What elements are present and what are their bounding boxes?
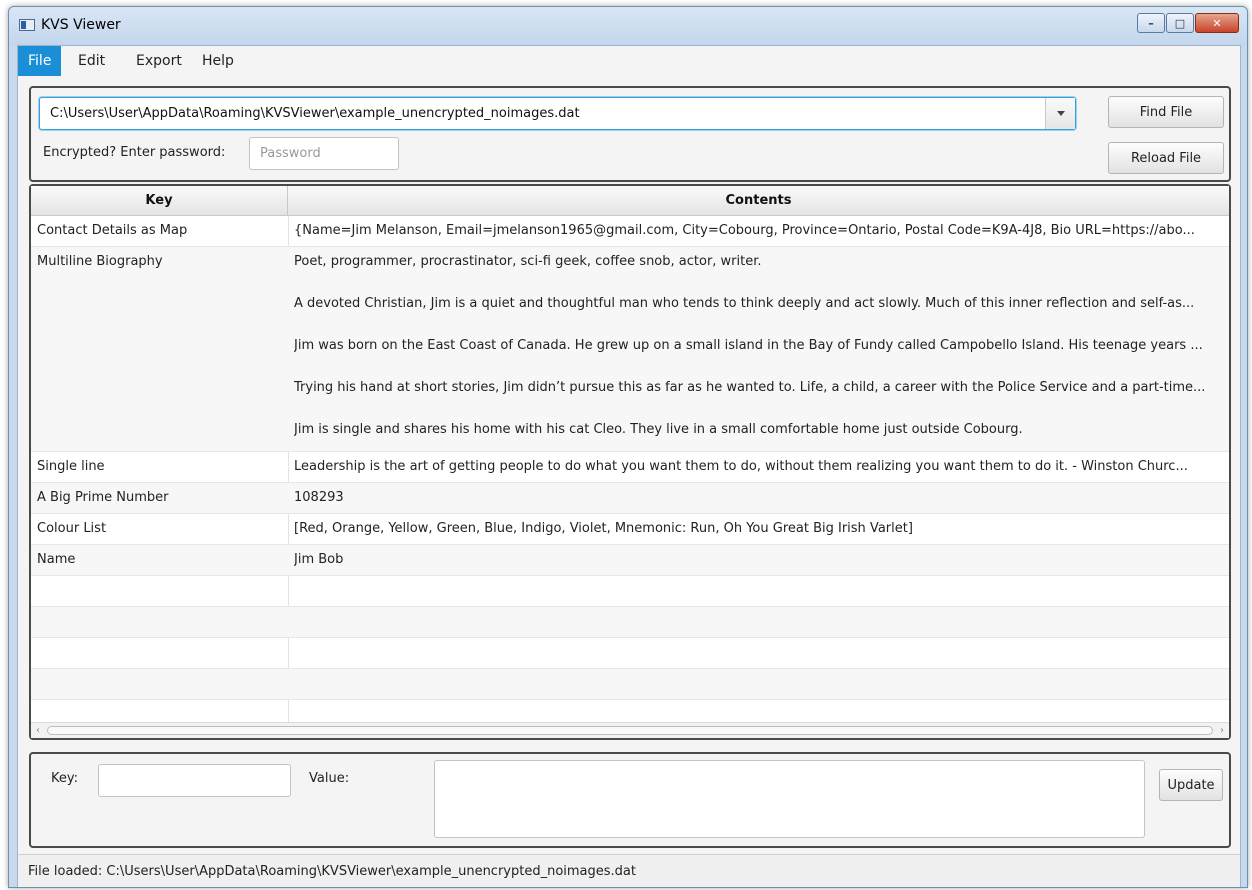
file-panel: C:\Users\User\AppData\Roaming\KVSViewer\… xyxy=(29,86,1231,182)
password-field[interactable]: Password xyxy=(249,137,399,170)
column-header-contents[interactable]: Contents xyxy=(288,186,1229,216)
menu-export[interactable]: Export xyxy=(126,46,192,76)
empty-row xyxy=(31,576,1229,607)
scroll-right-icon[interactable]: › xyxy=(1215,723,1229,738)
bio-line: Trying his hand at short stories, Jim di… xyxy=(294,380,1206,395)
table-row[interactable]: Name Jim Bob xyxy=(31,545,1229,576)
editor-panel: Key: Value: Update xyxy=(29,752,1231,848)
table-row[interactable]: Multiline Biography Poet, programmer, pr… xyxy=(31,247,1229,452)
caption-buttons: – □ ✕ xyxy=(1136,13,1239,33)
scrollbar-thumb[interactable] xyxy=(47,726,1213,735)
row-key: Multiline Biography xyxy=(37,254,163,269)
menu-help[interactable]: Help xyxy=(192,46,244,76)
chevron-down-icon[interactable] xyxy=(1045,98,1075,129)
key-contents-table: Key Contents Contact Details as Map {Nam… xyxy=(31,186,1229,738)
row-contents: Leadership is the art of getting people … xyxy=(294,459,1188,474)
title-bar[interactable]: KVS Viewer – □ ✕ xyxy=(9,7,1247,45)
bio-line: Jim was born on the East Coast of Canada… xyxy=(294,338,1203,353)
reload-file-button[interactable]: Reload File xyxy=(1108,142,1224,174)
key-input[interactable] xyxy=(98,764,291,797)
row-key: Colour List xyxy=(37,521,107,536)
horizontal-scrollbar[interactable]: ‹ › xyxy=(31,722,1229,738)
bio-line: Jim is single and shares his home with h… xyxy=(294,422,1023,437)
table-header: Key Contents xyxy=(31,186,1229,216)
row-contents: Jim Bob xyxy=(294,552,344,567)
row-contents: 108293 xyxy=(294,490,344,505)
table-row[interactable]: A Big Prime Number 108293 xyxy=(31,483,1229,514)
column-header-key[interactable]: Key xyxy=(31,186,288,216)
empty-row xyxy=(31,669,1229,700)
table-row[interactable]: Contact Details as Map {Name=Jim Melanso… xyxy=(31,216,1229,247)
empty-row xyxy=(31,607,1229,638)
file-path-value: C:\Users\User\AppData\Roaming\KVSViewer\… xyxy=(50,106,580,121)
menu-file[interactable]: File xyxy=(18,46,62,76)
bio-line: A devoted Christian, Jim is a quiet and … xyxy=(294,296,1195,311)
app-window: KVS Viewer – □ ✕ File Edit Export Help C… xyxy=(8,6,1248,888)
file-path-combobox[interactable]: C:\Users\User\AppData\Roaming\KVSViewer\… xyxy=(39,97,1076,130)
minimize-button[interactable]: – xyxy=(1137,13,1165,33)
empty-row xyxy=(31,638,1229,669)
table-panel: Key Contents Contact Details as Map {Nam… xyxy=(29,184,1231,740)
bio-line: Poet, programmer, procrastinator, sci-fi… xyxy=(294,254,762,269)
window-title: KVS Viewer xyxy=(41,17,121,33)
app-icon xyxy=(19,19,35,31)
maximize-button[interactable]: □ xyxy=(1166,13,1194,33)
row-key: Contact Details as Map xyxy=(37,223,188,238)
find-file-button[interactable]: Find File xyxy=(1108,96,1224,128)
row-key: A Big Prime Number xyxy=(37,490,169,505)
row-contents: {Name=Jim Melanson, Email=jmelanson1965@… xyxy=(294,223,1195,238)
value-textarea[interactable] xyxy=(434,760,1145,838)
key-label: Key: xyxy=(51,771,79,786)
table-row[interactable]: Colour List [Red, Orange, Yellow, Green,… xyxy=(31,514,1229,545)
close-button[interactable]: ✕ xyxy=(1195,13,1239,33)
scroll-left-icon[interactable]: ‹ xyxy=(31,723,45,738)
client-area: File Edit Export Help C:\Users\User\AppD… xyxy=(17,45,1241,887)
table-row[interactable]: Single line Leadership is the art of get… xyxy=(31,452,1229,483)
menu-bar: File Edit Export Help xyxy=(18,46,1240,76)
menu-edit[interactable]: Edit xyxy=(68,46,115,76)
password-label: Encrypted? Enter password: xyxy=(43,145,226,160)
update-button[interactable]: Update xyxy=(1159,769,1223,801)
status-bar: File loaded: C:\Users\User\AppData\Roami… xyxy=(18,854,1240,887)
row-key: Single line xyxy=(37,459,105,474)
row-contents: [Red, Orange, Yellow, Green, Blue, Indig… xyxy=(294,521,913,536)
row-key: Name xyxy=(37,552,76,567)
value-label: Value: xyxy=(309,771,350,786)
